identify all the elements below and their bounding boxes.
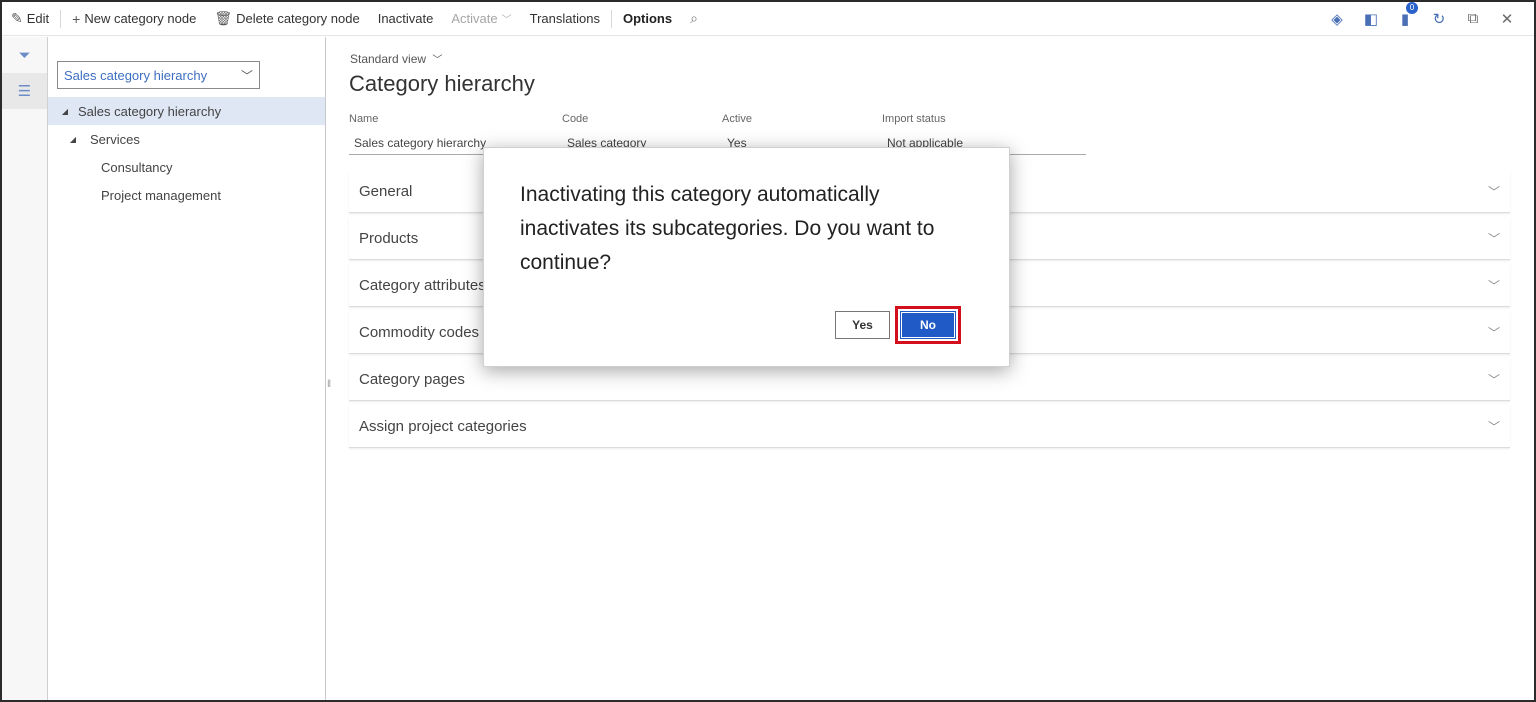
chevron-down-icon: ﹀ <box>1487 325 1500 340</box>
chevron-down-icon: ﹀ <box>1487 278 1500 293</box>
inactivate-button[interactable]: Inactivate <box>369 2 443 36</box>
power-apps-icon[interactable]: ◈ <box>1320 10 1354 28</box>
options-tab[interactable]: Options <box>614 2 681 36</box>
code-field-label: Code <box>562 113 589 125</box>
tree-node-consultancy[interactable]: Consultancy <box>48 153 325 181</box>
name-field-label: Name <box>349 113 379 125</box>
fasttab-label: Assign project categories <box>359 417 527 435</box>
inactivate-label: Inactivate <box>377 11 434 26</box>
hierarchy-select-value: Sales category hierarchy <box>64 67 208 83</box>
app-window: ✎ Edit + New category node 🗑 Delete cate… <box>0 0 1536 702</box>
activate-button[interactable]: Activate ﹀ <box>442 2 520 36</box>
expanded-triangle-icon[interactable]: ◢ <box>66 135 80 144</box>
category-tree: ◢ Sales category hierarchy ◢ Services Co… <box>48 97 325 209</box>
hierarchy-select[interactable]: Sales category hierarchy ﹀ <box>57 61 260 89</box>
delete-category-node-label: Delete category node <box>236 11 360 26</box>
search-icon: ⌕ <box>690 10 698 26</box>
notifications-icon[interactable]: ▮ 0 <box>1388 2 1422 28</box>
chevron-down-icon: ﹀ <box>501 15 512 26</box>
view-selector-label: Standard view <box>350 52 427 66</box>
translations-label: Translations <box>529 11 600 26</box>
view-selector[interactable]: Standard view ﹀ <box>350 51 442 66</box>
open-new-window-icon[interactable]: ⧉ <box>1456 10 1490 27</box>
pane-splitter[interactable]: ‖ <box>327 379 331 390</box>
translations-button[interactable]: Translations <box>521 2 609 36</box>
edit-label: Edit <box>26 11 50 26</box>
import-status-field-label: Import status <box>882 113 946 125</box>
chevron-down-icon: ﹀ <box>240 68 253 83</box>
left-nav-rail: ⏷ ☰ <box>2 37 48 700</box>
list-icon[interactable]: ☰ <box>2 73 47 109</box>
yes-button[interactable]: Yes <box>835 311 890 339</box>
tree-node-label: Services <box>90 131 140 147</box>
pencil-icon: ✎ <box>11 10 23 26</box>
expanded-triangle-icon[interactable]: ◢ <box>58 107 72 116</box>
options-label: Options <box>622 11 673 26</box>
tree-node-label: Project management <box>101 187 221 203</box>
fasttab-label: Products <box>359 229 419 247</box>
window-controls: ◈ ◧ ▮ 0 ↻ ⧉ ✕ <box>1320 2 1534 28</box>
close-icon[interactable]: ✕ <box>1490 10 1524 28</box>
tree-node-label: Consultancy <box>101 159 173 175</box>
tree-pane: Sales category hierarchy ﹀ ◢ Sales categ… <box>48 37 326 700</box>
confirmation-dialog: Inactivating this category automatically… <box>483 147 1010 367</box>
no-button[interactable]: No <box>900 311 956 339</box>
refresh-icon[interactable]: ↻ <box>1422 10 1456 28</box>
action-pane: ✎ Edit + New category node 🗑 Delete cate… <box>2 2 1534 36</box>
notification-badge: 0 <box>1406 2 1418 14</box>
fasttab-label: Category pages <box>359 370 465 388</box>
chevron-down-icon: ﹀ <box>1487 419 1500 434</box>
fasttab-label: General <box>359 182 413 200</box>
tree-node-project-management[interactable]: Project management <box>48 181 325 209</box>
search-button[interactable]: ⌕ <box>681 2 711 36</box>
new-category-node-button[interactable]: + New category node <box>63 2 205 36</box>
page-title: Category hierarchy <box>349 71 535 96</box>
trash-icon: 🗑 <box>214 10 233 26</box>
tree-node-services[interactable]: ◢ Services <box>48 125 325 153</box>
tree-node-label: Sales category hierarchy <box>78 103 222 119</box>
toolbar-divider <box>60 9 62 28</box>
edit-button[interactable]: ✎ Edit <box>2 2 58 36</box>
new-category-node-label: New category node <box>84 11 197 26</box>
office-icon[interactable]: ◧ <box>1354 10 1388 28</box>
chevron-down-icon: ﹀ <box>1487 184 1500 199</box>
activate-label: Activate <box>451 11 498 26</box>
fasttab-label: Category attributes <box>359 276 486 294</box>
main-content: Standard view ﹀ Category hierarchy Name … <box>327 37 1534 700</box>
active-field-label: Active <box>722 113 752 125</box>
plus-icon: + <box>72 10 81 27</box>
toolbar-divider <box>610 9 612 28</box>
chevron-down-icon: ﹀ <box>1487 372 1500 387</box>
dialog-message: Inactivating this category automatically… <box>520 183 935 274</box>
filter-icon[interactable]: ⏷ <box>2 37 47 73</box>
chevron-down-icon: ﹀ <box>1487 231 1500 246</box>
no-button-highlight: No <box>895 306 961 344</box>
name-field[interactable]: Sales category hierarchy <box>349 133 497 155</box>
delete-category-node-button[interactable]: 🗑 Delete category node <box>205 2 368 36</box>
chevron-down-icon: ﹀ <box>432 55 443 66</box>
tree-node-sales-category-hierarchy[interactable]: ◢ Sales category hierarchy <box>48 97 325 125</box>
fasttab-assign-project-categories[interactable]: Assign project categories ﹀ <box>349 405 1510 448</box>
fasttab-label: Commodity codes <box>359 323 480 341</box>
